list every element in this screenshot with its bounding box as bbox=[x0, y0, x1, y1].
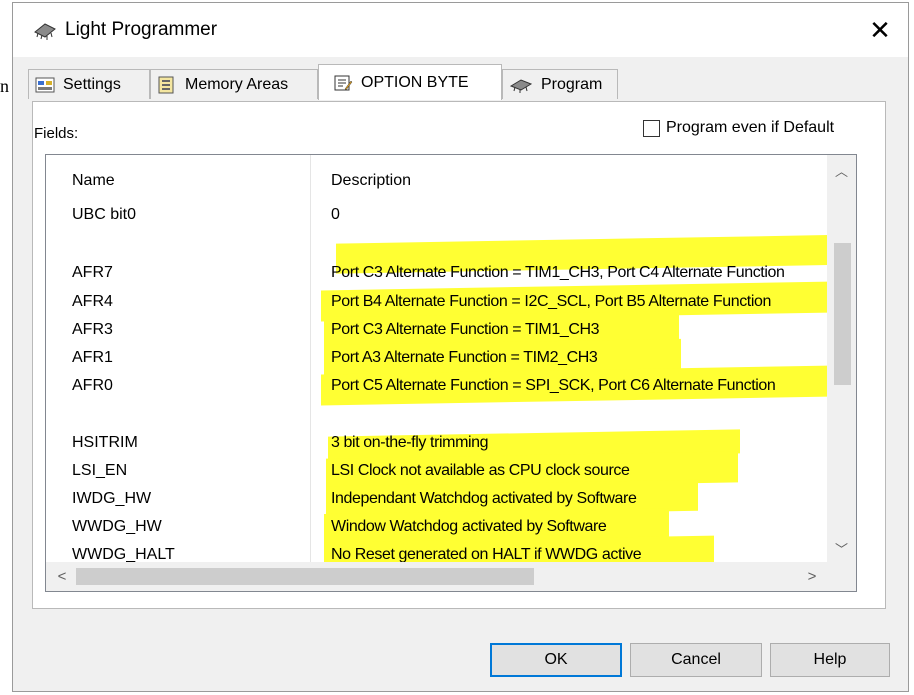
background-window-fragment: n bbox=[0, 76, 9, 96]
field-name: HSITRIM bbox=[72, 434, 138, 451]
field-description: Port C3 Alternate Function = TIM1_CH3, P… bbox=[331, 264, 785, 281]
table-row[interactable]: AFR3 Port C3 Alternate Function = TIM1_C… bbox=[46, 310, 828, 349]
tab-label: OPTION BYTE bbox=[361, 73, 469, 91]
field-name: LSI_EN bbox=[72, 462, 128, 479]
horizontal-scrollbar[interactable]: < > bbox=[46, 562, 828, 591]
field-description: Port B4 Alternate Function = I2C_SCL, Po… bbox=[331, 293, 771, 310]
window-title: Light Programmer bbox=[65, 19, 218, 40]
horizontal-scroll-thumb[interactable] bbox=[76, 568, 534, 585]
close-button[interactable]: ✕ bbox=[852, 3, 908, 57]
table-row[interactable] bbox=[46, 232, 828, 260]
help-button[interactable]: Help bbox=[770, 643, 890, 677]
chevron-down-icon: ﹀ bbox=[834, 541, 848, 557]
fields-list-content: Name Description UBC bit0 0 AFR7 Port C3… bbox=[46, 155, 828, 563]
field-name: WWDG_HW bbox=[72, 518, 162, 535]
chevron-up-icon: ︿ bbox=[834, 163, 848, 179]
chip-icon bbox=[509, 78, 533, 93]
field-name: AFR4 bbox=[72, 293, 113, 310]
tab-option-byte[interactable]: OPTION BYTE bbox=[318, 64, 502, 100]
tab-memory-areas[interactable]: Memory Areas bbox=[150, 69, 318, 99]
table-row[interactable] bbox=[46, 403, 828, 431]
scrollbar-corner bbox=[827, 562, 856, 591]
table-row[interactable]: IWDG_HW Independant Watchdog activated b… bbox=[46, 479, 828, 518]
field-description: LSI Clock not available as CPU clock sou… bbox=[331, 462, 630, 479]
scroll-right-button[interactable]: > bbox=[798, 562, 826, 591]
field-name: IWDG_HW bbox=[72, 490, 152, 507]
table-row[interactable]: WWDG_HALT No Reset generated on HALT if … bbox=[46, 535, 828, 563]
field-description: Window Watchdog activated by Software bbox=[331, 518, 607, 535]
checkbox-box[interactable] bbox=[643, 119, 660, 137]
field-description: No Reset generated on HALT if WWDG activ… bbox=[331, 546, 642, 563]
chevron-left-icon: < bbox=[57, 568, 67, 585]
field-description: Port A3 Alternate Function = TIM2_CH3 bbox=[331, 349, 598, 366]
fields-label: Fields: bbox=[34, 125, 79, 142]
vertical-scrollbar[interactable]: ︿ ﹀ bbox=[827, 155, 856, 563]
field-name: WWDG_HALT bbox=[72, 546, 175, 563]
settings-icon bbox=[35, 77, 55, 92]
field-description: Port C5 Alternate Function = SPI_SCK, Po… bbox=[331, 377, 776, 394]
field-description: 3 bit on-the-fly trimming bbox=[331, 434, 489, 451]
field-name: AFR1 bbox=[72, 349, 113, 366]
option-byte-icon bbox=[334, 75, 353, 90]
table-row[interactable]: UBC bit0 0 bbox=[46, 203, 828, 231]
column-header-description[interactable]: Description bbox=[331, 172, 411, 190]
ok-button[interactable]: OK bbox=[490, 643, 622, 677]
field-name: AFR7 bbox=[72, 264, 113, 281]
tab-label: Memory Areas bbox=[185, 75, 289, 93]
cancel-button[interactable]: Cancel bbox=[630, 643, 762, 677]
column-header-name[interactable]: Name bbox=[72, 172, 115, 190]
vertical-scroll-thumb[interactable] bbox=[834, 243, 851, 385]
field-description: 0 bbox=[331, 206, 340, 223]
table-row[interactable]: AFR4 Port B4 Alternate Function = I2C_SC… bbox=[46, 281, 828, 322]
fields-list[interactable]: Name Description UBC bit0 0 AFR7 Port C3… bbox=[45, 154, 857, 592]
field-description: Port C3 Alternate Function = TIM1_CH3 bbox=[331, 321, 600, 338]
checkbox-label: Program even if Default bbox=[666, 119, 835, 136]
scroll-down-button[interactable]: ﹀ bbox=[827, 537, 856, 559]
scroll-left-button[interactable]: < bbox=[48, 562, 76, 591]
table-row[interactable]: AFR0 Port C5 Alternate Function = SPI_SC… bbox=[46, 365, 828, 406]
tab-settings[interactable]: Settings bbox=[28, 69, 150, 99]
memory-areas-icon bbox=[158, 76, 174, 93]
scroll-up-button[interactable]: ︿ bbox=[827, 159, 856, 181]
close-icon: ✕ bbox=[869, 14, 891, 45]
tab-program[interactable]: Program bbox=[502, 69, 618, 99]
field-name: AFR3 bbox=[72, 321, 113, 338]
field-name: UBC bit0 bbox=[72, 206, 137, 223]
field-name: AFR0 bbox=[72, 377, 113, 394]
program-even-if-default-checkbox[interactable]: Program even if Default bbox=[643, 119, 834, 137]
field-description: Independant Watchdog activated by Softwa… bbox=[331, 490, 637, 507]
chevron-right-icon: > bbox=[807, 568, 817, 585]
title-bar[interactable]: Light Programmer ✕ bbox=[13, 3, 908, 57]
chip-icon bbox=[34, 23, 56, 40]
tab-label: Program bbox=[541, 75, 603, 93]
table-row[interactable]: LSI_EN LSI Clock not available as CPU cl… bbox=[46, 451, 828, 490]
tab-label: Settings bbox=[63, 75, 121, 93]
